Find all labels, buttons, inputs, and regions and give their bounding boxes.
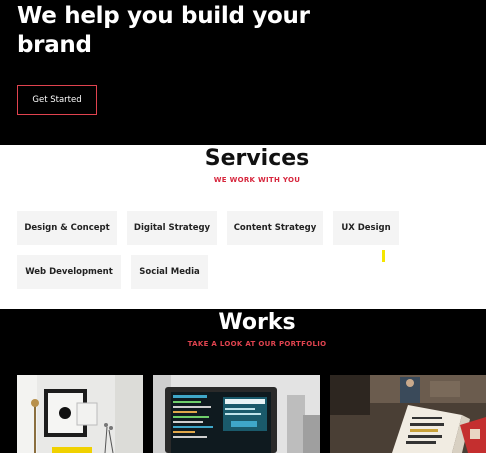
service-chip-digital-strategy[interactable]: Digital Strategy <box>127 211 217 245</box>
service-chip-ux-design[interactable]: UX Design <box>333 211 399 245</box>
services-subtitle: WE WORK WITH YOU <box>213 176 301 184</box>
hero-title: We help you build your brand <box>17 3 310 58</box>
portfolio-item-interior[interactable] <box>17 375 143 453</box>
portfolio-image-interior <box>17 375 143 453</box>
works-section: Works TAKE A LOOK AT OUR PORTFOLIO <box>0 309 486 453</box>
portfolio-item-book[interactable] <box>330 375 486 453</box>
portfolio-item-laptop[interactable] <box>153 375 320 453</box>
service-chip-social-media[interactable]: Social Media <box>131 255 208 289</box>
service-chip-content-strategy[interactable]: Content Strategy <box>227 211 323 245</box>
hero-section: We help you build your brand Get Started <box>0 0 486 145</box>
service-chip-design-concept[interactable]: Design & Concept <box>17 211 117 245</box>
services-section: Services WE WORK WITH YOU Design & Conce… <box>0 145 486 309</box>
portfolio-image-laptop <box>153 375 320 453</box>
works-title: Works <box>218 310 296 335</box>
works-subtitle: TAKE A LOOK AT OUR PORTFOLIO <box>187 340 327 348</box>
portfolio-image-book <box>330 375 486 453</box>
service-chip-web-development[interactable]: Web Development <box>17 255 121 289</box>
cursor-marker <box>382 250 385 262</box>
services-title: Services <box>204 146 310 171</box>
get-started-button[interactable]: Get Started <box>17 85 97 115</box>
